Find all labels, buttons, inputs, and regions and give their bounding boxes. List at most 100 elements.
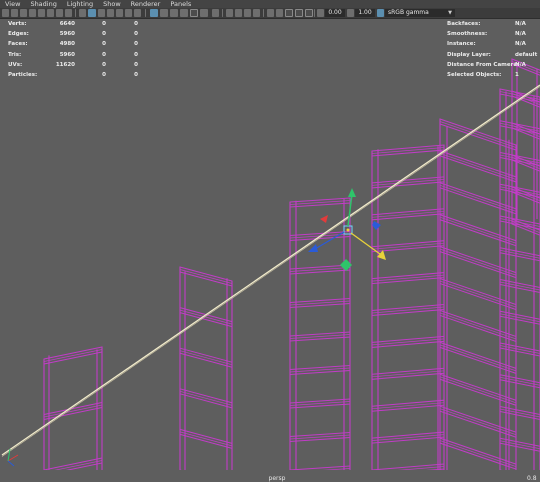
textured-icon[interactable] bbox=[150, 9, 158, 17]
info-label: Smoothness: bbox=[447, 31, 488, 38]
gizmo-pivot bbox=[346, 228, 350, 232]
xray-icon[interactable] bbox=[125, 9, 132, 17]
stat-value: 11620 bbox=[55, 61, 75, 68]
field-chart-icon[interactable] bbox=[79, 9, 86, 17]
film-gate-icon[interactable] bbox=[47, 9, 54, 17]
panel-menubar: View Shading Lighting Show Renderer Panels bbox=[0, 0, 540, 8]
stat-value: 0 bbox=[134, 51, 138, 58]
wireframe-ladder-rung-inner bbox=[179, 309, 233, 325]
stat-row: Particles: 0 0 bbox=[8, 70, 148, 80]
info-value: default bbox=[515, 51, 538, 58]
info-label: Distance From Camera: bbox=[447, 61, 520, 68]
use-all-lights-icon[interactable] bbox=[160, 9, 168, 17]
light-bulb-icon[interactable] bbox=[200, 9, 208, 17]
curve-line bbox=[1, 86, 540, 457]
menu-panels[interactable]: Panels bbox=[170, 0, 191, 8]
wireframe-icon[interactable] bbox=[88, 9, 96, 17]
menu-shading[interactable]: Shading bbox=[30, 0, 56, 8]
ambient-occlusion-icon[interactable] bbox=[180, 9, 188, 17]
exposure-icon[interactable] bbox=[317, 9, 324, 17]
wireframe-ladder-rung-inner bbox=[179, 350, 233, 366]
info-row: Display Layer: default bbox=[447, 50, 539, 60]
gizmo-y-arrow bbox=[348, 188, 356, 197]
stat-label: Verts: bbox=[8, 21, 27, 27]
gizmo-z-axis bbox=[314, 231, 345, 250]
snapshot-icon[interactable] bbox=[267, 9, 274, 17]
stat-label: Faces: bbox=[8, 41, 28, 48]
perspective-viewport[interactable]: Verts: 6640 0 0 Edges: 5960 0 0 Faces: 4980 0 0 Tris… bbox=[0, 19, 540, 482]
select-camera-icon[interactable] bbox=[2, 9, 9, 17]
info-value: N/A bbox=[515, 31, 526, 38]
gizmo-z-plane bbox=[372, 221, 381, 230]
stat-value: 0 bbox=[102, 51, 106, 58]
axis-triad-x bbox=[7, 454, 19, 462]
safe-action-icon[interactable] bbox=[295, 9, 303, 17]
toolbar-divider bbox=[222, 9, 223, 17]
wireframe-ladder-rung-inner bbox=[439, 153, 517, 180]
stat-value: 0 bbox=[102, 41, 106, 48]
isolate-select-icon[interactable] bbox=[226, 9, 233, 17]
toolbar-divider bbox=[314, 9, 315, 17]
toolbar-divider bbox=[263, 9, 264, 17]
motion-blur-icon[interactable] bbox=[190, 9, 198, 17]
image-plane-icon[interactable] bbox=[29, 9, 36, 17]
exposure-field[interactable]: 0.00 bbox=[325, 9, 345, 17]
resolution-gate-icon[interactable] bbox=[56, 9, 63, 17]
info-label: Instance: bbox=[447, 41, 476, 48]
playblast-icon[interactable] bbox=[276, 9, 283, 17]
camera-attributes-icon[interactable] bbox=[11, 9, 18, 17]
gate-mask-icon[interactable] bbox=[65, 9, 72, 17]
wireframe-ladder-rung-inner bbox=[439, 184, 517, 212]
menu-show[interactable]: Show bbox=[103, 0, 121, 8]
multisample-icon[interactable] bbox=[212, 9, 219, 17]
color-space-dropdown[interactable]: sRGB gamma ▼ bbox=[385, 9, 455, 17]
bookmark-icon[interactable] bbox=[20, 9, 27, 17]
info-value: N/A bbox=[515, 61, 526, 68]
wireframe-ladder-rung-inner bbox=[439, 121, 517, 148]
color-space-label: sRGB gamma bbox=[388, 9, 429, 16]
stat-value: 6640 bbox=[59, 21, 75, 27]
stat-value: 0 bbox=[134, 71, 138, 78]
info-value: 1 bbox=[515, 71, 519, 78]
poly-count-hud: Verts: 6640 0 0 Edges: 5960 0 0 Faces: 4980 0 0 Tris… bbox=[8, 19, 148, 80]
viewport-toolbar: 0.00 1.00 sRGB gamma ▼ bbox=[0, 8, 540, 19]
stat-value: 0 bbox=[102, 71, 106, 78]
stat-label: UVs: bbox=[8, 61, 23, 68]
stat-value: 0 bbox=[134, 41, 138, 48]
stat-row: Faces: 4980 0 0 bbox=[8, 39, 148, 49]
magnify-icon[interactable] bbox=[235, 9, 242, 17]
menu-lighting[interactable]: Lighting bbox=[67, 0, 93, 8]
default-material-icon[interactable] bbox=[107, 9, 114, 17]
stat-value: 0 bbox=[134, 61, 138, 68]
wireframe-on-shaded-icon[interactable] bbox=[116, 9, 123, 17]
xray-joints-icon[interactable] bbox=[134, 9, 141, 17]
stat-value: 0 bbox=[134, 31, 138, 38]
menu-view[interactable]: View bbox=[5, 0, 20, 8]
color-management-icon[interactable] bbox=[377, 9, 384, 17]
info-row: Backfaces: N/A bbox=[447, 19, 539, 29]
toolbar-divider bbox=[145, 9, 146, 17]
pan-zoom-icon[interactable] bbox=[244, 9, 251, 17]
shadows-icon[interactable] bbox=[170, 9, 178, 17]
wireframe-ladder-rung-inner bbox=[439, 216, 517, 244]
stat-value: 5960 bbox=[59, 51, 75, 58]
stat-label: Edges: bbox=[8, 31, 29, 38]
gamma-field[interactable]: 1.00 bbox=[355, 9, 375, 17]
grease-pencil-icon[interactable] bbox=[253, 9, 260, 17]
gate-icon[interactable] bbox=[285, 9, 293, 17]
stat-row: Verts: 6640 0 0 bbox=[8, 19, 148, 29]
info-value: N/A bbox=[515, 41, 526, 48]
smooth-shade-icon[interactable] bbox=[98, 9, 105, 17]
stat-row: Tris: 5960 0 0 bbox=[8, 50, 148, 60]
menu-renderer[interactable]: Renderer bbox=[131, 0, 161, 8]
info-label: Backfaces: bbox=[447, 21, 481, 27]
safe-title-icon[interactable] bbox=[305, 9, 313, 17]
wireframe-ladder-rung-inner bbox=[439, 248, 517, 276]
camera-name-label: persp bbox=[268, 475, 286, 482]
grid-icon[interactable] bbox=[38, 9, 45, 17]
stat-value: 4980 bbox=[59, 41, 75, 48]
frame-rate-label: 0.8 bbox=[527, 475, 537, 482]
gamma-icon[interactable] bbox=[347, 9, 354, 17]
stat-value: 0 bbox=[102, 21, 106, 27]
toolbar-divider bbox=[75, 9, 76, 17]
